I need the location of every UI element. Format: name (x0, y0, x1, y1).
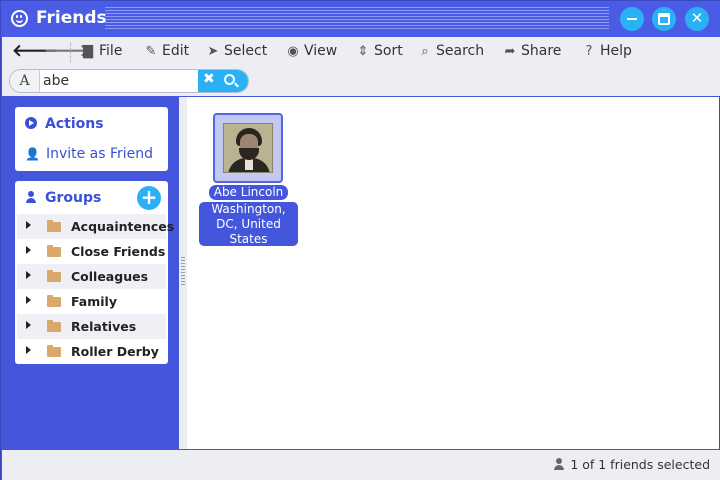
toolbar: 🡐 🡒 ▇ File ✎ Edit ➤ Select ◉ View ⇕ Sort ⌕ Sea… (2, 37, 720, 67)
group-list: Acquaintences Close Friends Colleagues F… (17, 214, 174, 364)
smiley-icon (11, 10, 28, 27)
help-menu[interactable]: ? Help (583, 43, 632, 59)
maximize-button[interactable] (652, 7, 676, 31)
sort-menu[interactable]: ⇕ Sort (357, 43, 403, 59)
share-icon: ➦ (504, 44, 516, 59)
close-button[interactable]: ✕ (685, 7, 709, 31)
folder-icon (47, 270, 61, 282)
font-icon[interactable]: A (10, 70, 40, 92)
title-drag-handle[interactable] (105, 7, 609, 31)
expand-arrow-icon[interactable] (26, 296, 31, 304)
expand-arrow-icon[interactable] (26, 221, 31, 229)
user-icon (554, 458, 565, 470)
search-input[interactable] (43, 72, 195, 90)
toolbar-divider (70, 43, 71, 63)
folder-icon (47, 295, 61, 307)
window-title: Friends (36, 8, 107, 28)
friends-grid: Abe Lincoln Washington, DC, United State… (187, 97, 719, 449)
share-menu[interactable]: ➦ Share (504, 43, 562, 59)
friend-photo (223, 123, 273, 173)
add-group-button[interactable]: + (137, 186, 161, 210)
minimize-button[interactable] (620, 7, 644, 31)
expand-arrow-icon[interactable] (26, 321, 31, 329)
friend-name[interactable]: Abe Lincoln (209, 185, 288, 200)
add-user-icon: 👤 (25, 147, 40, 161)
sort-icon: ⇕ (357, 44, 369, 59)
invite-as-friend-action[interactable]: 👤 Invite as Friend (25, 146, 153, 162)
friends-window: Friends ✕ 🡐 🡒 ▇ File ✎ Edit ➤ Select ◉ View … (0, 0, 720, 480)
group-item-family[interactable]: Family (17, 289, 166, 314)
group-item-close-friends[interactable]: Close Friends (17, 239, 166, 264)
sidebar: Actions 👤 Invite as Friend Groups + Acqua… (5, 97, 179, 449)
status-bar: 1 of 1 friends selected (2, 450, 720, 480)
pencil-icon: ✎ (145, 44, 157, 59)
folder-icon (47, 345, 61, 357)
search-bar: A ✖ (9, 69, 249, 93)
friend-photo-frame[interactable] (213, 113, 283, 183)
search-menu[interactable]: ⌕ Search (419, 43, 484, 59)
file-icon: ▇ (83, 44, 93, 59)
expand-arrow-icon[interactable] (26, 246, 31, 254)
group-item-relatives[interactable]: Relatives (17, 314, 166, 339)
expand-arrow-icon[interactable] (26, 346, 31, 354)
expand-arrow-icon[interactable] (26, 271, 31, 279)
folder-icon (47, 245, 61, 257)
search-buttons: ✖ (198, 70, 248, 92)
group-item-roller-derby[interactable]: Roller Derby (17, 339, 166, 364)
play-circle-icon (25, 117, 37, 129)
splitter-grip[interactable] (181, 257, 185, 287)
help-icon: ? (585, 44, 593, 59)
groups-title[interactable]: Groups (25, 190, 101, 206)
eye-icon: ◉ (287, 44, 299, 59)
folder-icon (47, 220, 61, 232)
selection-status: 1 of 1 friends selected (554, 457, 710, 472)
group-item-colleagues[interactable]: Colleagues (17, 264, 166, 289)
cursor-icon: ➤ (207, 44, 219, 59)
edit-menu[interactable]: ✎ Edit (145, 43, 190, 59)
close-icon: ✕ (690, 9, 704, 27)
actions-title[interactable]: Actions (25, 116, 104, 132)
search-row: A ✖ (2, 67, 720, 96)
file-menu[interactable]: ▇ File (82, 43, 122, 59)
groups-panel: Groups + Acquaintences Close Friends Col… (15, 181, 174, 364)
clear-search-button[interactable]: ✖ (203, 71, 215, 87)
pane-splitter[interactable] (179, 97, 187, 449)
view-menu[interactable]: ◉ View (287, 43, 337, 59)
group-item-acquaintences[interactable]: Acquaintences (17, 214, 174, 239)
search-go-icon[interactable] (224, 74, 235, 85)
friend-location: Washington, DC, United States (199, 202, 298, 246)
select-menu[interactable]: ➤ Select (207, 43, 268, 59)
folder-icon (47, 320, 61, 332)
user-icon (25, 191, 37, 203)
actions-panel: Actions 👤 Invite as Friend (15, 107, 168, 171)
title-bar[interactable]: Friends ✕ (1, 1, 720, 37)
search-icon: ⌕ (421, 44, 429, 59)
